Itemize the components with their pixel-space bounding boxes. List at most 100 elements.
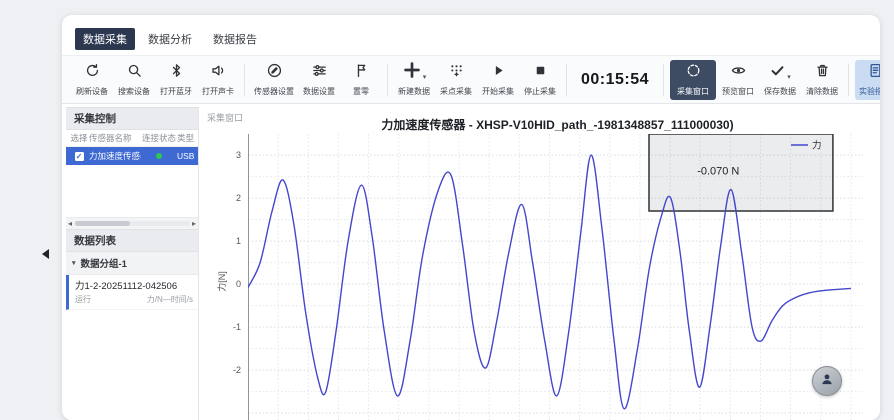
- play-icon: [490, 62, 507, 84]
- refresh-button[interactable]: 刷新设备: [72, 60, 112, 100]
- user-icon: [819, 371, 835, 392]
- tab-1[interactable]: 数据采集: [75, 28, 135, 50]
- y-tick-label: -1: [215, 322, 241, 332]
- check-icon: [769, 62, 786, 84]
- point-sample-button[interactable]: 采点采集: [436, 60, 476, 100]
- play-button[interactable]: 开始采集: [478, 60, 518, 100]
- toolbar: 刷新设备搜索设备打开蓝牙打开声卡 传感器设置数据设置置零 ▾ 新建数据采点采集开始采集…: [62, 55, 880, 104]
- bluetooth-button[interactable]: 打开蓝牙: [156, 60, 196, 100]
- toolbar-button-label: 置零: [353, 86, 369, 97]
- data-item-state: 运行: [75, 294, 91, 305]
- data-settings-icon: [311, 62, 328, 84]
- screen: 数据采集数据分析数据报告 刷新设备搜索设备打开蓝牙打开声卡 传感器设置数据设置置零…: [0, 0, 894, 420]
- plus-icon: [402, 60, 422, 85]
- app-window: 数据采集数据分析数据报告 刷新设备搜索设备打开蓝牙打开声卡 传感器设置数据设置置零…: [62, 15, 880, 420]
- eye-button[interactable]: 预览窗口: [718, 60, 758, 100]
- sensor-table-body: ✓ 力加速度传感器 USB: [66, 147, 198, 165]
- toolbar-divider: [848, 64, 849, 96]
- toolbar-button-label: 传感器设置: [254, 86, 294, 97]
- toolbar-button-label: 停止采集: [524, 86, 556, 97]
- collapse-panel-arrow[interactable]: [42, 249, 49, 259]
- speaker-icon: [210, 62, 227, 84]
- trash-button[interactable]: 清除数据: [802, 60, 842, 100]
- toolbar-button-label: 清除数据: [806, 86, 838, 97]
- toolbar-button-label: 新建数据: [398, 86, 430, 97]
- dropdown-caret-icon[interactable]: ▾: [787, 74, 791, 81]
- y-tick-label: 0: [215, 279, 241, 289]
- floating-assistant-button[interactable]: [812, 366, 842, 396]
- sensor-name: 力加速度传感器: [89, 150, 141, 162]
- bluetooth-icon: [168, 62, 185, 84]
- toolbar-divider: [663, 64, 664, 96]
- scrollbar-track[interactable]: [74, 221, 190, 226]
- data-list-item[interactable]: 力1-2-20251112-042506运行力/N—时间/s: [66, 275, 198, 310]
- search-icon: [126, 62, 143, 84]
- trash-icon: [814, 62, 831, 84]
- search-button[interactable]: 搜索设备: [114, 60, 154, 100]
- plus-button[interactable]: ▾ 新建数据: [394, 60, 434, 100]
- y-tick-label: 3: [215, 150, 241, 160]
- toolbar-button-label: 实验指导: [859, 86, 880, 97]
- sensor-settings-icon: [266, 62, 283, 84]
- sensor-type: USB: [177, 151, 195, 161]
- measurement-value: -0.070 N: [697, 165, 739, 177]
- point-sample-icon: [448, 62, 465, 84]
- scroll-left-icon[interactable]: ◂: [68, 220, 72, 228]
- tree-expand-icon[interactable]: ▾: [72, 259, 76, 267]
- toolbar-button-label: 打开蓝牙: [160, 86, 192, 97]
- y-tick-label: 1: [215, 236, 241, 246]
- data-group-row[interactable]: ▾ 数据分组-1: [66, 252, 198, 275]
- data-list-title: 数据列表: [66, 229, 198, 252]
- data-list-panel: 数据列表 ▾数据分组-1力1-2-20251112-042506运行力/N—时间…: [66, 229, 198, 310]
- toolbar-button-label: 刷新设备: [76, 86, 108, 97]
- data-item-axes: 力/N—时间/s: [147, 294, 193, 305]
- horizontal-scrollbar[interactable]: ◂ ▸: [66, 217, 198, 229]
- guide-icon: [867, 62, 880, 84]
- toolbar-divider: [387, 64, 388, 96]
- toolbar-button-label: 采集窗口: [677, 86, 709, 97]
- toolbar-button-label: 采点采集: [440, 86, 472, 97]
- guide-button[interactable]: 实验指导: [855, 60, 880, 100]
- tab-3[interactable]: 数据报告: [205, 28, 265, 50]
- sensor-table-empty-area: [66, 165, 198, 217]
- main-tabs: 数据采集数据分析数据报告: [75, 29, 265, 49]
- capture-window-icon: [685, 62, 702, 84]
- elapsed-timer: 00:15:54: [581, 71, 649, 89]
- sidebar: 采集控制 选择传感器名称连接状态类型 ✓力加速度传感器USB ◂ ▸ 数据列表 …: [66, 107, 199, 420]
- toolbar-button-label: 打开声卡: [202, 86, 234, 97]
- sensor-settings-button[interactable]: 传感器设置: [251, 60, 297, 100]
- collect-control-panel: 采集控制 选择传感器名称连接状态类型 ✓ 力加速度传感器 USB ◂ ▸: [66, 107, 198, 229]
- refresh-icon: [84, 62, 101, 84]
- sensor-row[interactable]: ✓ 力加速度传感器 USB: [66, 147, 198, 165]
- data-group-label: 数据分组-1: [81, 256, 127, 270]
- chart-title: 力加速度传感器 - XHSP-V10HID_path_-1981348857_1…: [259, 116, 856, 133]
- column-header: 传感器名称: [89, 132, 141, 144]
- y-tick-label: -2: [215, 365, 241, 375]
- scroll-right-icon[interactable]: ▸: [192, 220, 196, 228]
- speaker-button[interactable]: 打开声卡: [198, 60, 238, 100]
- capture-window-button[interactable]: 采集窗口: [670, 60, 716, 100]
- toolbar-divider: [244, 64, 245, 96]
- data-list-tree: ▾数据分组-1力1-2-20251112-042506运行力/N—时间/s: [66, 252, 198, 310]
- zero-button[interactable]: 置零: [341, 60, 381, 100]
- scrollbar-thumb[interactable]: [75, 221, 130, 226]
- connection-status-dot: [156, 153, 162, 159]
- column-header: 类型: [177, 132, 195, 144]
- dropdown-caret-icon[interactable]: ▾: [423, 74, 427, 81]
- capture-window-label: 采集窗口: [207, 111, 243, 124]
- plot[interactable]: -0.070 N力: [248, 134, 863, 420]
- check-button[interactable]: ▾保存数据: [760, 60, 800, 100]
- sensor-table-header: 选择传感器名称连接状态类型: [66, 130, 198, 147]
- toolbar-button-label: 开始采集: [482, 86, 514, 97]
- sensor-checkbox[interactable]: ✓: [75, 152, 84, 161]
- column-header: 连接状态: [141, 132, 177, 144]
- collect-control-title: 采集控制: [66, 107, 198, 130]
- data-settings-button[interactable]: 数据设置: [299, 60, 339, 100]
- chart-area: 采集窗口 力加速度传感器 - XHSP-V10HID_path_-1981348…: [199, 107, 880, 420]
- stop-button[interactable]: 停止采集: [520, 60, 560, 100]
- waveform-chart[interactable]: -0.070 N力: [248, 134, 863, 420]
- eye-icon: [730, 62, 747, 84]
- tab-2[interactable]: 数据分析: [140, 28, 200, 50]
- toolbar-button-label: 搜索设备: [118, 86, 150, 97]
- stop-icon: [532, 62, 549, 84]
